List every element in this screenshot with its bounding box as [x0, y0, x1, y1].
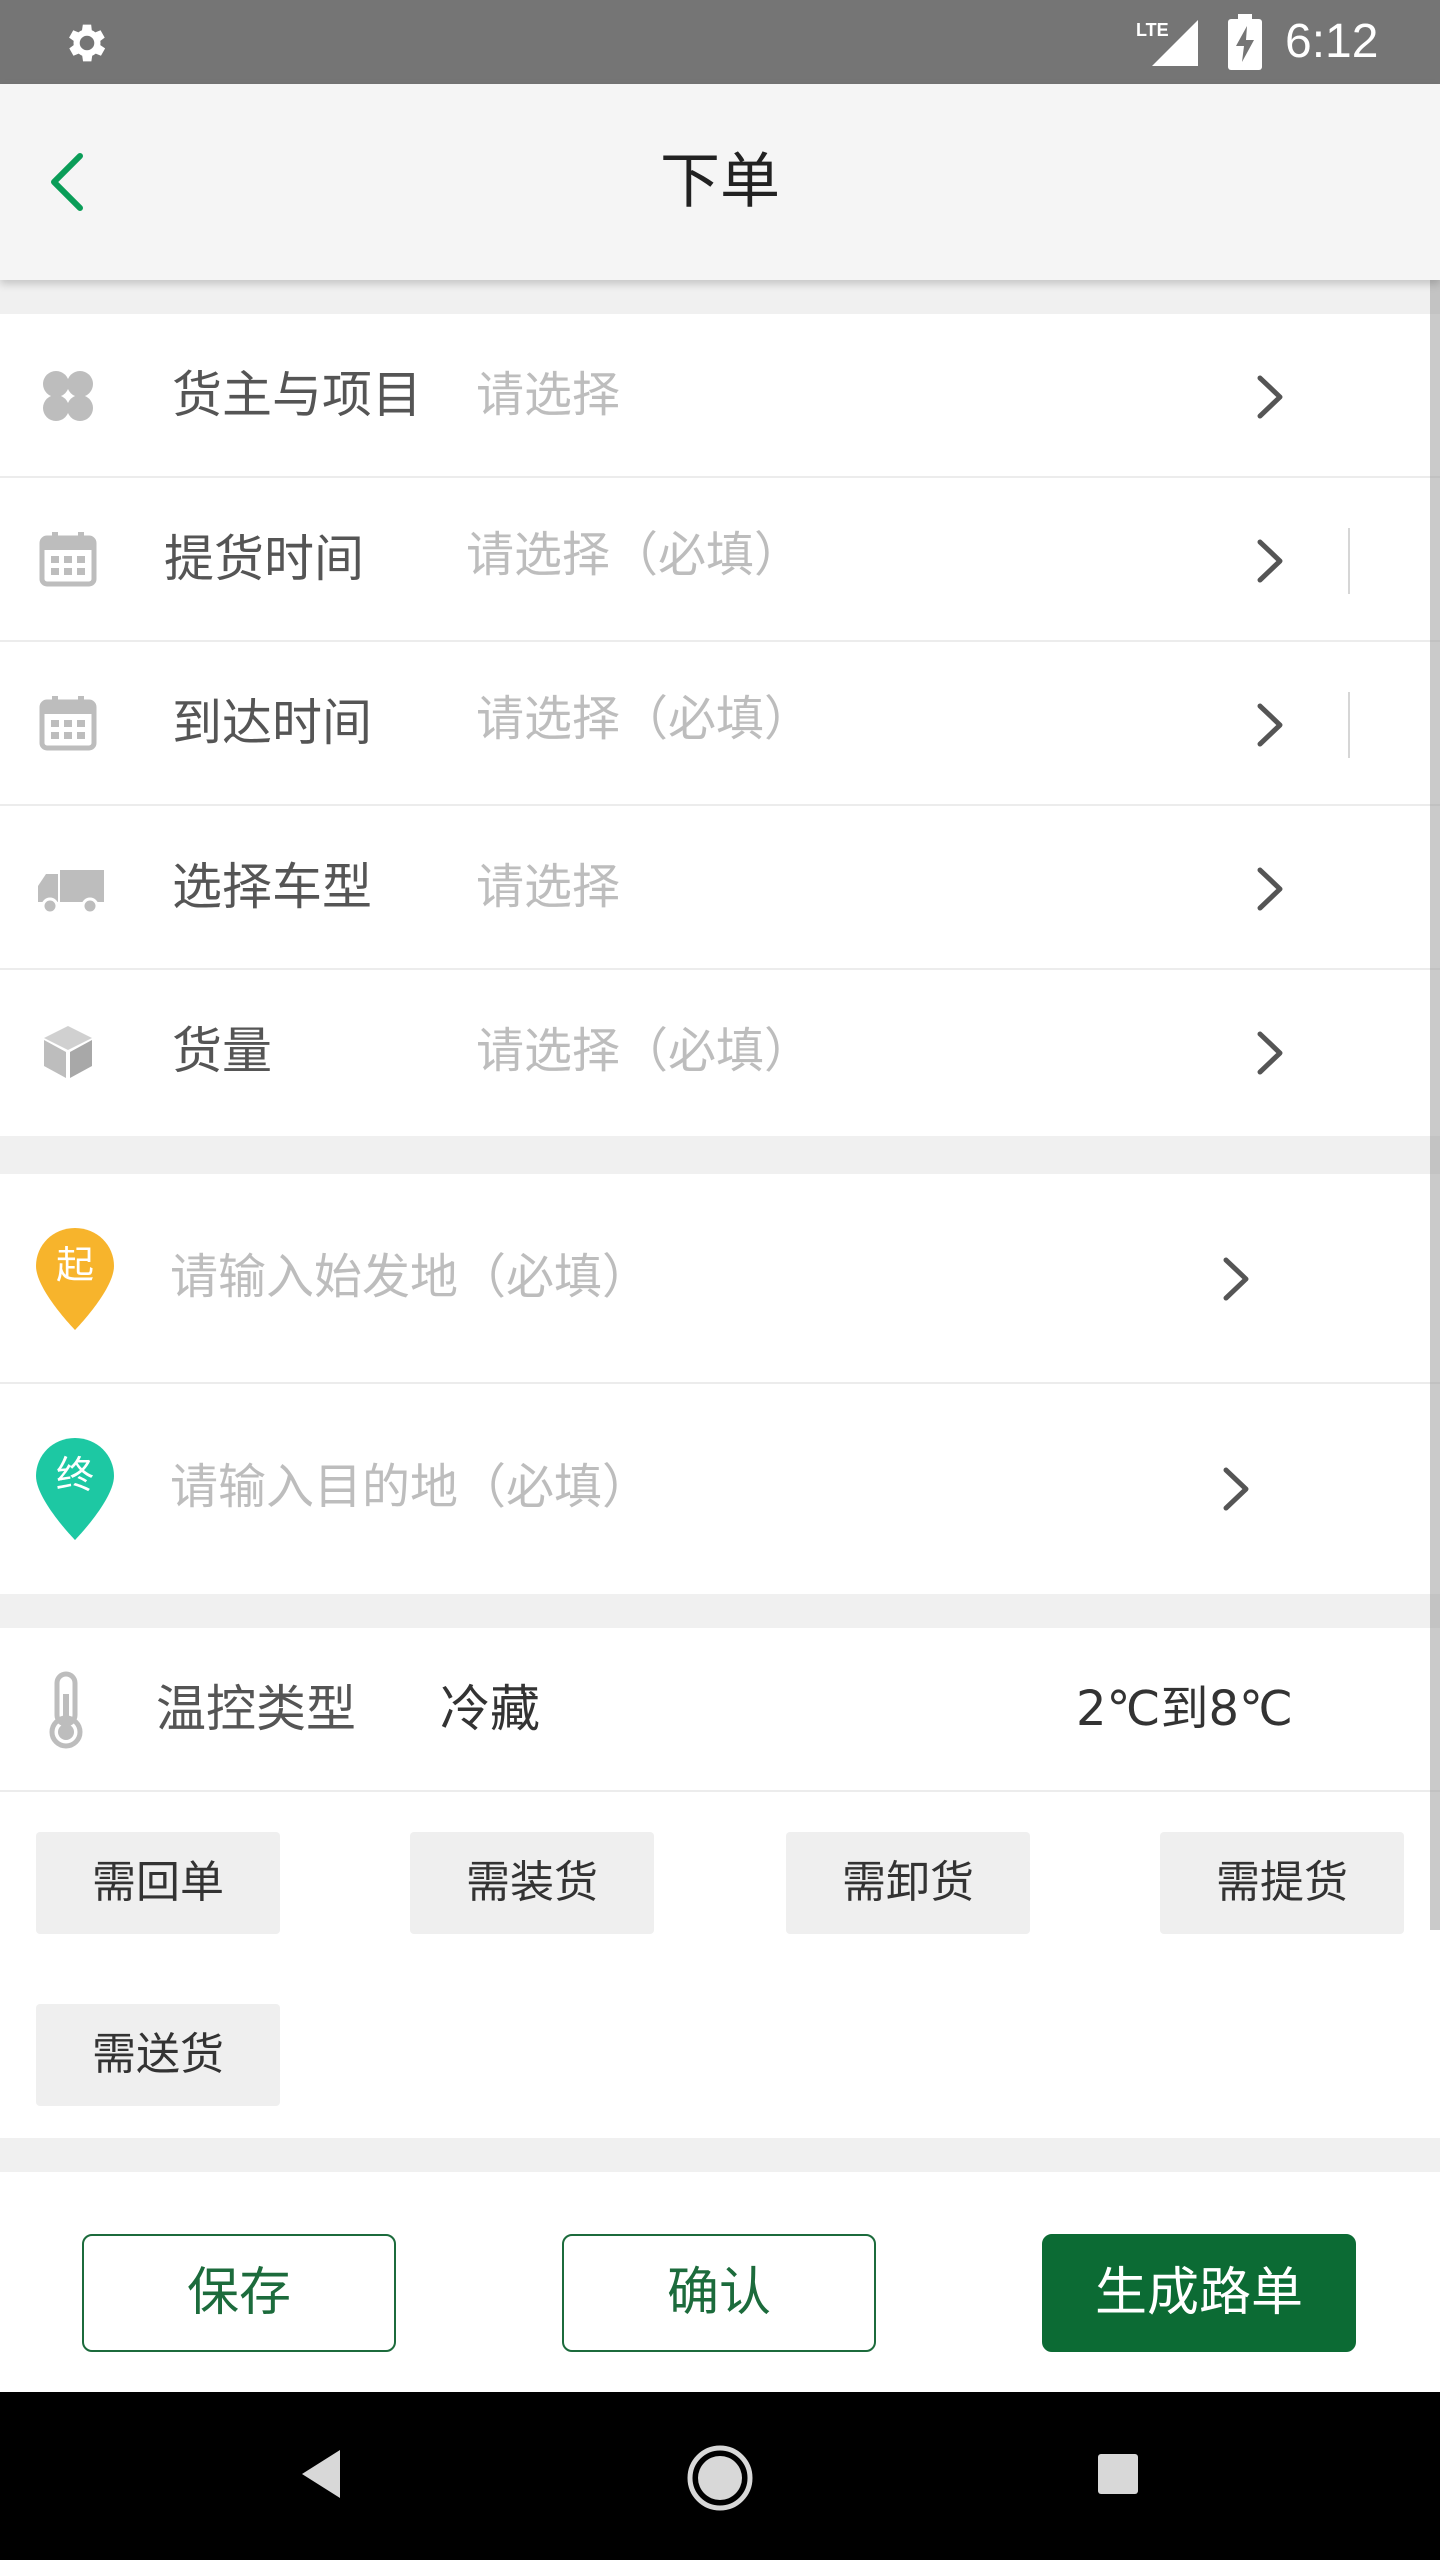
- chevron-right-icon: [1257, 1031, 1283, 1075]
- temperature-range: 2℃到8℃: [1076, 1681, 1293, 1737]
- status-bar: LTE 6:12: [0, 0, 1440, 84]
- chevron-right-icon: [1257, 867, 1283, 911]
- route-section: 起 请输入始发地（必填） 终 请输入目的地（必填）: [0, 1174, 1440, 1594]
- battery-charging-icon: [1228, 14, 1262, 70]
- tag-need-unloading[interactable]: 需卸货: [786, 1832, 1030, 1934]
- chevron-right-icon: [1257, 375, 1283, 419]
- grid-icon: [43, 371, 93, 421]
- next-section-edge: [0, 2172, 1440, 2194]
- field-placeholder: 请选择: [476, 859, 621, 915]
- field-label: 选择车型: [172, 858, 372, 916]
- divider: [1348, 692, 1350, 758]
- save-button[interactable]: 保存: [82, 2234, 396, 2352]
- settings-icon: [69, 24, 106, 62]
- app-bar: 下单: [0, 84, 1440, 280]
- tag-need-loading[interactable]: 需装货: [410, 1832, 654, 1934]
- lte-signal-icon: LTE: [1136, 20, 1198, 66]
- tag-need-pickup[interactable]: 需提货: [1160, 1832, 1404, 1934]
- svg-text:终: 终: [56, 1453, 94, 1497]
- chevron-right-icon: [1223, 1467, 1249, 1511]
- order-fields-section: 货主与项目 请选择 提货时间 请选择（必填） 到达时间 请选择（必填） 选择车型…: [0, 314, 1440, 1136]
- field-label: 到达时间: [172, 694, 372, 752]
- divider: [1348, 528, 1350, 594]
- system-nav-bar: [0, 2392, 1440, 2560]
- thermometer-icon: [49, 1671, 83, 1749]
- nav-home-icon[interactable]: [686, 2444, 754, 2512]
- origin-placeholder: 请输入始发地（必填）: [170, 1249, 651, 1305]
- svg-text:LTE: LTE: [1136, 20, 1169, 40]
- tag-need-delivery[interactable]: 需送货: [36, 2004, 280, 2106]
- nav-recents-icon[interactable]: [1096, 2452, 1140, 2496]
- field-shipper-project[interactable]: 货主与项目 请选择: [0, 314, 1440, 478]
- field-placeholder: 请选择（必填）: [476, 1023, 813, 1079]
- box-icon: [44, 1026, 92, 1078]
- chevron-right-icon: [1223, 1257, 1249, 1301]
- field-label: 提货时间: [164, 530, 364, 588]
- temperature-row[interactable]: 温控类型 冷藏 2℃到8℃: [0, 1628, 1440, 1792]
- truck-icon: [38, 870, 104, 915]
- action-bar: 保存 确认 生成路单: [0, 2194, 1440, 2392]
- svg-text:起: 起: [56, 1243, 94, 1287]
- field-placeholder: 请选择: [476, 367, 621, 423]
- chevron-right-icon: [1257, 703, 1283, 747]
- field-arrival-time[interactable]: 到达时间 请选择（必填）: [0, 642, 1440, 806]
- clock: 6:12: [1285, 15, 1379, 68]
- nav-back-icon[interactable]: [298, 2446, 344, 2502]
- field-placeholder: 请选择（必填）: [466, 527, 803, 583]
- field-label: 货主与项目: [172, 366, 422, 424]
- field-cargo-volume[interactable]: 货量 请选择（必填）: [0, 970, 1440, 1134]
- field-label: 货量: [172, 1022, 272, 1080]
- generate-waybill-button[interactable]: 生成路单: [1042, 2234, 1356, 2352]
- calendar-icon: [39, 532, 97, 587]
- temperature-value: 冷藏: [440, 1680, 540, 1738]
- calendar-icon: [39, 696, 97, 751]
- destination-placeholder: 请输入目的地（必填）: [170, 1459, 651, 1515]
- temperature-label: 温控类型: [156, 1680, 356, 1738]
- page-title: 下单: [660, 147, 780, 217]
- confirm-button[interactable]: 确认: [562, 2234, 876, 2352]
- origin-input-row[interactable]: 起 请输入始发地（必填）: [0, 1174, 1440, 1384]
- field-placeholder: 请选择（必填）: [476, 691, 813, 747]
- field-vehicle-type[interactable]: 选择车型 请选择: [0, 806, 1440, 970]
- field-pickup-time[interactable]: 提货时间 请选择（必填）: [0, 478, 1440, 642]
- chevron-right-icon: [1257, 539, 1283, 583]
- destination-input-row[interactable]: 终 请输入目的地（必填）: [0, 1384, 1440, 1594]
- temperature-section: 温控类型 冷藏 2℃到8℃ 需回单 需装货 需卸货 需提货 需送货: [0, 1628, 1440, 2138]
- order-form[interactable]: 货主与项目 请选择 提货时间 请选择（必填） 到达时间 请选择（必填） 选择车型…: [0, 280, 1440, 2194]
- origin-pin-icon: 起: [36, 1228, 114, 1330]
- scrollbar[interactable]: [1430, 280, 1440, 1930]
- destination-pin-icon: 终: [36, 1438, 114, 1540]
- tag-need-receipt[interactable]: 需回单: [36, 1832, 280, 1934]
